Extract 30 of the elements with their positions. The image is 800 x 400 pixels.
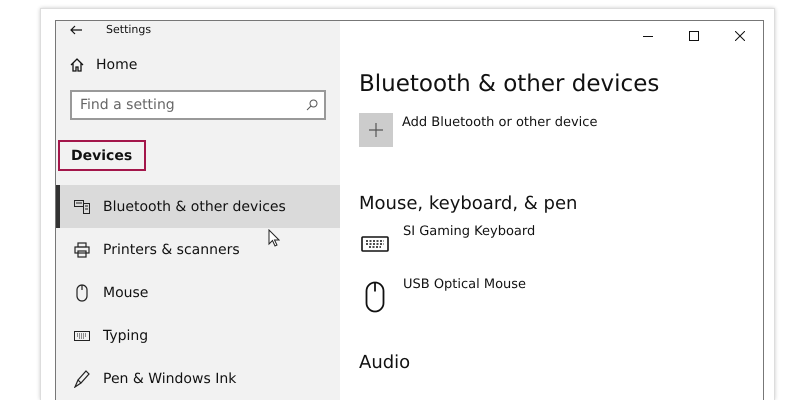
section-heading: Mouse, keyboard, & pen [359, 193, 578, 216]
maximize-icon[interactable] [689, 31, 699, 41]
nav-item[interactable]: Mouse [56, 271, 340, 314]
pen-icon [74, 370, 90, 388]
mouse-icon [365, 281, 385, 313]
window-title: Settings [106, 23, 152, 36]
section-heading: Audio [359, 352, 412, 375]
add-device-button[interactable] [359, 113, 393, 147]
section-heading: Devices [58, 140, 146, 171]
printer-icon [74, 242, 90, 258]
plus-icon [369, 123, 383, 137]
nav-item[interactable]: Printers & scanners [56, 228, 340, 271]
keyboard-icon [361, 236, 389, 252]
close-icon[interactable] [735, 31, 745, 41]
back-icon[interactable] [70, 24, 82, 34]
nav-item[interactable]: Typing [56, 314, 340, 357]
device-name: SI Gaming Keyboard [403, 224, 536, 241]
devices-icon [74, 200, 90, 214]
nav-item[interactable]: Bluetooth & other devices [56, 185, 340, 228]
home-icon [70, 58, 84, 72]
nav-item[interactable]: Pen & Windows Ink [56, 357, 340, 400]
page-title: Bluetooth & other devices [359, 71, 660, 97]
search-icon [306, 99, 318, 111]
add-device-label[interactable]: Add Bluetooth or other device [402, 115, 598, 147]
device-name: USB Optical Mouse [403, 277, 526, 294]
cursor-icon [268, 229, 280, 247]
keyboard-icon [74, 330, 90, 340]
search-field[interactable]: Find a setting [70, 90, 326, 120]
home-link[interactable]: Home [70, 57, 340, 73]
mouse-icon [76, 284, 88, 302]
